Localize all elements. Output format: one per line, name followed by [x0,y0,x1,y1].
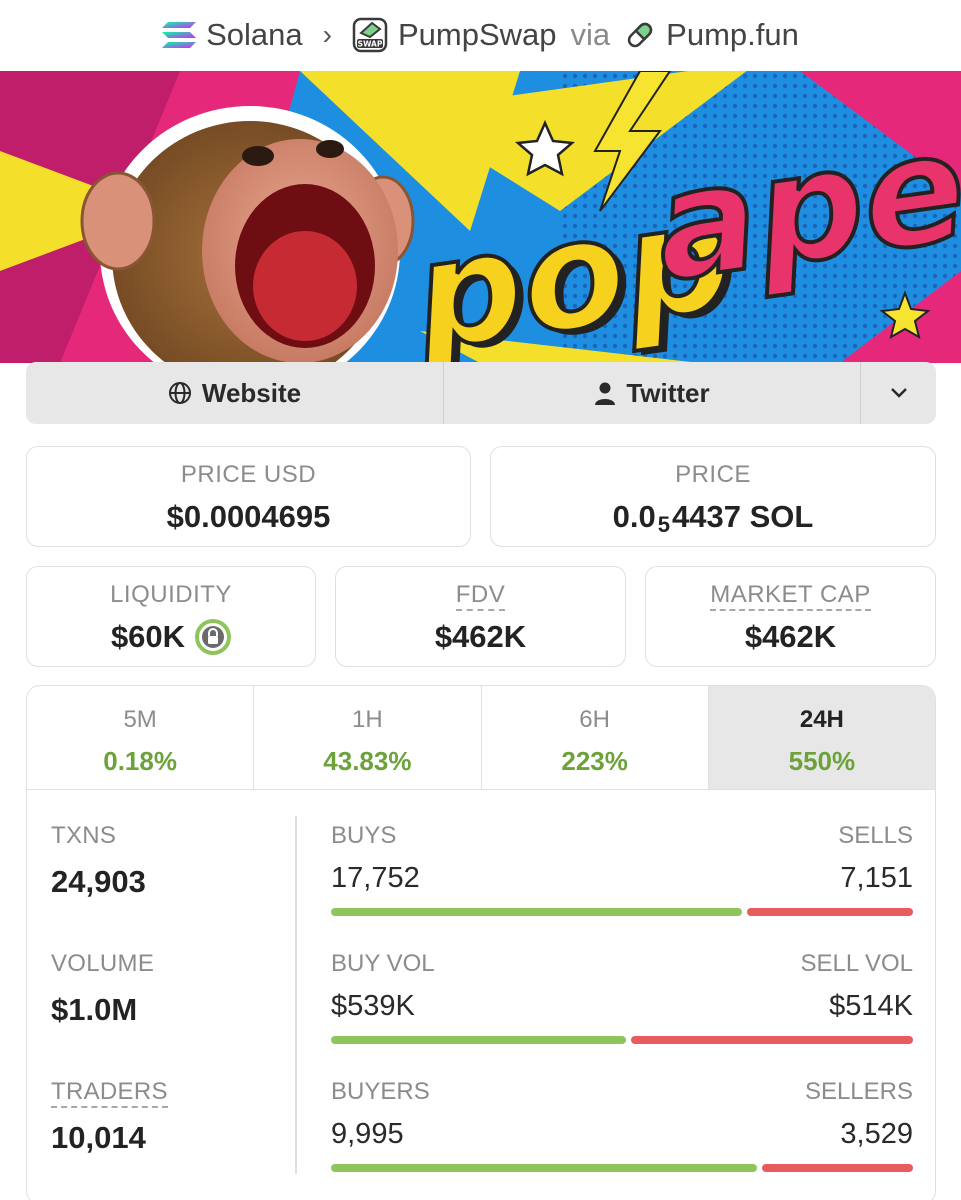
tab-label: 1H [352,706,383,733]
buy-sell-breakdown: BUYS SELLS 17,752 7,151 BUY VOL SELL VOL… [331,822,913,1200]
txns-value: 24,903 [51,864,146,899]
website-label: Website [201,377,302,408]
buyers-value: 9,995 [331,1118,404,1150]
solana-icon [162,22,197,48]
pumpswap-icon: SWAP [352,17,388,53]
breadcrumb: Solana › SWAP PumpSwap via Pump.fun [0,0,961,70]
sell-vol-value: $514K [829,990,913,1022]
fdv-card: FDV $462K [335,566,626,667]
volume-label: VOLUME [51,950,155,977]
lock-icon[interactable] [195,619,232,655]
pill-icon [627,22,653,48]
volume-bar [331,1036,913,1044]
price-change: 0.18% [103,746,177,776]
buyers-sellers-row: BUYERS SELLERS 9,995 3,529 [331,1078,913,1200]
twitter-button[interactable]: Twitter [443,362,861,424]
website-button[interactable]: Website [26,362,443,424]
price-usd-value: $0.0004695 [166,499,331,534]
buys-label: BUYS [331,822,397,849]
buys-sells-row: BUYS SELLS 17,752 7,151 [331,822,913,950]
liquidity-card: LIQUIDITY $60K [26,566,316,667]
market-cap-card: MARKET CAP $462K [645,566,936,667]
tab-label: 24H [799,706,844,733]
twitter-label: Twitter [626,377,710,408]
buy-vol-value: $539K [331,990,415,1022]
price-change: 550% [788,746,856,776]
tab-label: 6H [579,706,610,733]
price-suffix: 4437 SOL [672,499,814,534]
dex-name: PumpSwap [397,17,557,52]
token-banner: pop pop ape [0,71,961,363]
fdv-value: $462K [434,619,527,654]
person-icon [595,382,616,405]
chevron-down-icon [890,388,907,398]
price-native-card: PRICE 0.0 5 4437 SOL [490,446,936,547]
buys-value: 17,752 [331,862,420,894]
tab-6h[interactable]: 6H 223% [482,686,709,789]
buyers-sellers-bar [331,1164,913,1172]
sells-value: 7,151 [840,862,913,894]
price-native-value: 0.0 5 4437 SOL [491,499,935,537]
market-cap-value: $462K [744,619,837,654]
buy-vol-label: BUY VOL [331,950,435,977]
tab-24h[interactable]: 24H 550% [708,686,935,789]
price-prefix: 0.0 [612,499,656,534]
price-usd-card: PRICE USD $0.0004695 [26,446,471,547]
volume-value: $1.0M [51,992,138,1027]
sell-vol-label: SELL VOL [800,950,913,977]
breadcrumb-dex[interactable]: SWAP PumpSwap [352,17,557,53]
tab-label: 5M [123,706,157,733]
sell-bar-segment [631,1036,913,1044]
traders-label[interactable]: TRADERS [51,1078,168,1108]
sell-bar-segment [747,908,913,916]
market-cap-label[interactable]: MARKET CAP [710,581,871,611]
sellers-label: SELLERS [804,1078,913,1105]
buy-bar-segment [331,908,742,916]
breadcrumb-chain[interactable]: Solana [162,17,303,53]
price-zero-count: 5 [657,512,671,537]
txns-label: TXNS [51,822,117,849]
price-usd-label: PRICE USD [180,461,317,488]
liquidity-value-row: $60K [27,619,315,655]
column-divider [295,816,297,1174]
sells-label: SELLS [838,822,913,849]
source-name: Pump.fun [666,17,799,52]
liquidity-label: LIQUIDITY [110,581,232,608]
fdv-label[interactable]: FDV [455,581,506,611]
more-links-dropdown[interactable] [861,362,936,424]
price-native-label: PRICE [675,461,751,488]
dex-badge-text: SWAP [358,40,383,49]
chain-name: Solana [206,17,303,52]
buys-sells-bar [331,908,913,916]
buy-bar-segment [331,1036,626,1044]
summary-stats: TXNS 24,903 VOLUME $1.0M TRADERS 10,014 [51,822,291,1200]
volume-row: BUY VOL SELL VOL $539K $514K [331,950,913,1078]
tab-1h[interactable]: 1H 43.83% [254,686,482,789]
liquidity-value: $60K [110,619,186,654]
price-change: 43.83% [323,746,412,776]
via-text: via [570,17,611,52]
trading-stats-panel: 5M 0.18% 1H 43.83% 6H 223% 24H 550% TXNS… [26,685,936,1200]
buyers-label: BUYERS [331,1078,430,1105]
price-change: 223% [561,746,628,776]
social-links-bar: Website Twitter [26,362,936,424]
sell-bar-segment [762,1164,913,1172]
chevron-right-icon: › [322,19,332,50]
sellers-value: 3,529 [840,1118,913,1150]
breadcrumb-source[interactable]: Pump.fun [624,17,799,53]
globe-icon [168,382,191,404]
buy-bar-segment [331,1164,757,1172]
timeframe-tabs: 5M 0.18% 1H 43.83% 6H 223% 24H 550% [27,686,935,790]
tab-5m[interactable]: 5M 0.18% [27,686,255,789]
traders-value: 10,014 [51,1120,146,1155]
